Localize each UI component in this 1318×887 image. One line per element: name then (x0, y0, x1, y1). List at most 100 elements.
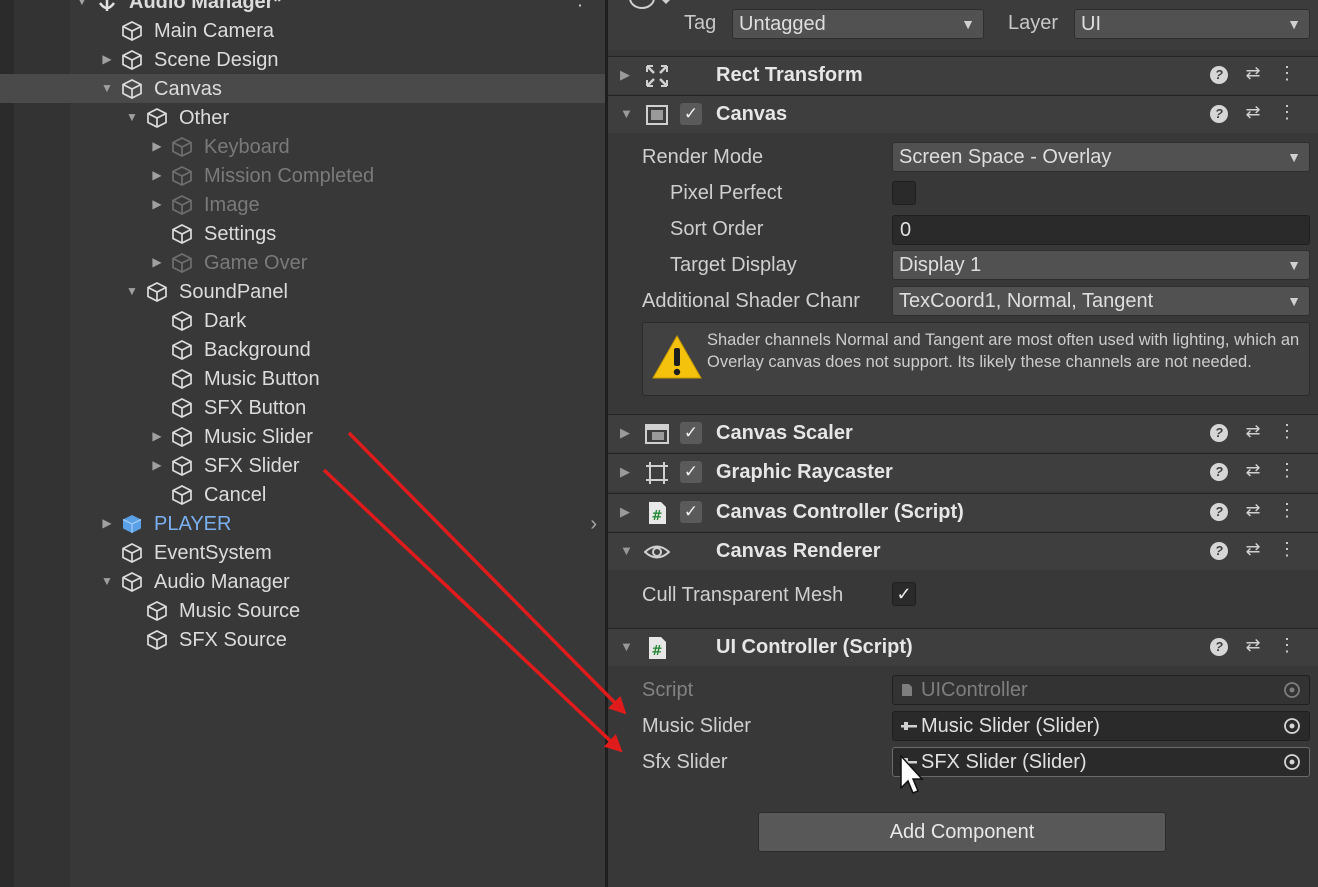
help-icon[interactable]: ? (1202, 500, 1236, 521)
component-ui-controller[interactable]: ▼ # UI Controller (Script) ? ⇄ ⋮ (608, 628, 1318, 666)
layer-dropdown[interactable]: UI ▼ (1074, 9, 1310, 39)
fold-closed-icon[interactable]: ▶ (620, 504, 630, 520)
scene-menu-icon[interactable]: ⋮ (571, 0, 589, 10)
component-canvas-controller[interactable]: ▶ # ✓ Canvas Controller (Script) ? ⇄ ⋮ (608, 493, 1318, 531)
enabled-checkbox[interactable]: ✓ (680, 103, 702, 125)
chevron-down-icon: ▼ (1287, 257, 1301, 273)
object-picker-icon[interactable] (1283, 717, 1301, 735)
fold-closed-icon[interactable]: ▶ (101, 516, 113, 530)
hierarchy-item[interactable]: Dark (0, 306, 605, 335)
hierarchy-item[interactable]: ▶ Scene Design (0, 45, 605, 74)
enabled-checkbox[interactable]: ✓ (680, 422, 702, 444)
component-tools: ? ⇄ ⋮ (1202, 539, 1304, 560)
presets-icon[interactable]: ⇄ (1236, 500, 1270, 521)
fold-closed-icon[interactable]: ▶ (620, 67, 630, 83)
add-component-button[interactable]: Add Component (758, 812, 1166, 852)
hierarchy-item[interactable]: Cancel (0, 480, 605, 509)
fold-open-icon[interactable]: ▼ (101, 81, 113, 95)
hierarchy-item[interactable]: ▶ Game Over (0, 248, 605, 277)
help-icon[interactable]: ? (1202, 539, 1236, 560)
render-mode-dropdown[interactable]: Screen Space - Overlay ▼ (892, 142, 1310, 172)
hierarchy-item[interactable]: Background (0, 335, 605, 364)
hierarchy-item[interactable]: SFX Button (0, 393, 605, 422)
component-canvas-scaler[interactable]: ▶ ✓ Canvas Scaler ? ⇄ ⋮ (608, 414, 1318, 452)
hierarchy-item[interactable]: Music Button (0, 364, 605, 393)
tag-dropdown[interactable]: Untagged ▼ (732, 9, 984, 39)
fold-closed-icon[interactable]: ▶ (151, 255, 163, 269)
sort-order-input[interactable]: 0 (892, 215, 1310, 245)
hierarchy-item[interactable]: ▼ Audio Manager* ⋮ (0, 0, 605, 16)
presets-icon[interactable]: ⇄ (1236, 539, 1270, 560)
enabled-checkbox[interactable]: ✓ (680, 461, 702, 483)
kebab-menu-icon[interactable]: ⋮ (1270, 102, 1304, 123)
hierarchy-item[interactable]: Settings (0, 219, 605, 248)
fold-open-icon[interactable]: ▼ (620, 543, 633, 558)
fold-closed-icon[interactable]: ▶ (151, 429, 163, 443)
fold-open-icon[interactable]: ▼ (126, 110, 138, 124)
sfx-slider-field[interactable]: SFX Slider (Slider) (892, 747, 1310, 777)
hierarchy-item[interactable]: Main Camera (0, 16, 605, 45)
fold-open-icon[interactable]: ▼ (126, 284, 138, 298)
kebab-menu-icon[interactable]: ⋮ (1270, 500, 1304, 521)
hierarchy-item[interactable]: ▶ Music Slider (0, 422, 605, 451)
hierarchy-item[interactable]: ▼ Canvas (0, 74, 605, 103)
hierarchy-item[interactable]: EventSystem (0, 538, 605, 567)
help-icon[interactable]: ? (1202, 421, 1236, 442)
hierarchy-item[interactable]: SFX Source (0, 625, 605, 654)
pixel-perfect-checkbox[interactable] (892, 181, 916, 205)
script-field: UIController (892, 675, 1310, 705)
hierarchy-item[interactable]: Music Source (0, 596, 605, 625)
hierarchy-item[interactable]: ▼ SoundPanel (0, 277, 605, 306)
fold-closed-icon[interactable]: ▶ (151, 197, 163, 211)
kebab-menu-icon[interactable]: ⋮ (1270, 421, 1304, 442)
fold-closed-icon[interactable]: ▶ (151, 168, 163, 182)
component-tools: ? ⇄ ⋮ (1202, 421, 1304, 442)
fold-closed-icon[interactable]: ▶ (620, 464, 630, 480)
gameobject-cube-icon (147, 108, 167, 128)
music-slider-field[interactable]: Music Slider (Slider) (892, 711, 1310, 741)
script-value: UIController (921, 679, 1028, 701)
kebab-menu-icon[interactable]: ⋮ (1270, 635, 1304, 656)
enabled-checkbox[interactable]: ✓ (680, 501, 702, 523)
component-canvas-renderer[interactable]: ▼ Canvas Renderer ? ⇄ ⋮ (608, 532, 1318, 570)
help-icon[interactable]: ? (1202, 460, 1236, 481)
open-prefab-icon[interactable]: › (590, 513, 597, 536)
script-label: Script (642, 679, 694, 701)
fold-open-icon[interactable]: ▼ (76, 0, 88, 8)
fold-closed-icon[interactable]: ▶ (151, 458, 163, 472)
hierarchy-item[interactable]: ▶ PLAYER › (0, 509, 605, 538)
shader-channels-dropdown[interactable]: TexCoord1, Normal, Tangent ▼ (892, 286, 1310, 316)
help-icon[interactable]: ? (1202, 102, 1236, 123)
help-icon[interactable]: ? (1202, 635, 1236, 656)
kebab-menu-icon[interactable]: ⋮ (1270, 539, 1304, 560)
hierarchy-item[interactable]: ▶ Image (0, 190, 605, 219)
component-canvas[interactable]: ▼ ✓ Canvas ? ⇄ ⋮ (608, 95, 1318, 133)
kebab-menu-icon[interactable]: ⋮ (1270, 460, 1304, 481)
hierarchy-item[interactable]: ▶ Mission Completed (0, 161, 605, 190)
hierarchy-item[interactable]: ▶ SFX Slider (0, 451, 605, 480)
component-rect-transform[interactable]: ▶ Rect Transform ? ⇄ ⋮ (608, 56, 1318, 94)
presets-icon[interactable]: ⇄ (1236, 421, 1270, 442)
object-picker-icon[interactable] (1283, 753, 1301, 771)
fold-open-icon[interactable]: ▼ (101, 574, 113, 588)
component-graphic-raycaster[interactable]: ▶ ✓ Graphic Raycaster ? ⇄ ⋮ (608, 453, 1318, 491)
hierarchy-item[interactable]: ▶ Keyboard (0, 132, 605, 161)
hierarchy-item[interactable]: ▼ Audio Manager (0, 567, 605, 596)
fold-closed-icon[interactable]: ▶ (620, 425, 630, 441)
hierarchy-item[interactable]: ▼ Other (0, 103, 605, 132)
help-icon[interactable]: ? (1202, 63, 1236, 84)
kebab-menu-icon[interactable]: ⋮ (1270, 63, 1304, 84)
cull-transparent-mesh-checkbox[interactable]: ✓ (892, 582, 916, 606)
gameobject-cube-icon (172, 340, 192, 360)
fold-open-icon[interactable]: ▼ (620, 639, 633, 654)
fold-closed-icon[interactable]: ▶ (101, 52, 113, 66)
presets-icon[interactable]: ⇄ (1236, 635, 1270, 656)
gameobject-cube-icon (172, 311, 192, 331)
fold-closed-icon[interactable]: ▶ (151, 139, 163, 153)
shader-channels-value: TexCoord1, Normal, Tangent (899, 290, 1154, 312)
presets-icon[interactable]: ⇄ (1236, 63, 1270, 84)
presets-icon[interactable]: ⇄ (1236, 102, 1270, 123)
target-display-dropdown[interactable]: Display 1 ▼ (892, 250, 1310, 280)
fold-open-icon[interactable]: ▼ (620, 106, 633, 121)
presets-icon[interactable]: ⇄ (1236, 460, 1270, 481)
